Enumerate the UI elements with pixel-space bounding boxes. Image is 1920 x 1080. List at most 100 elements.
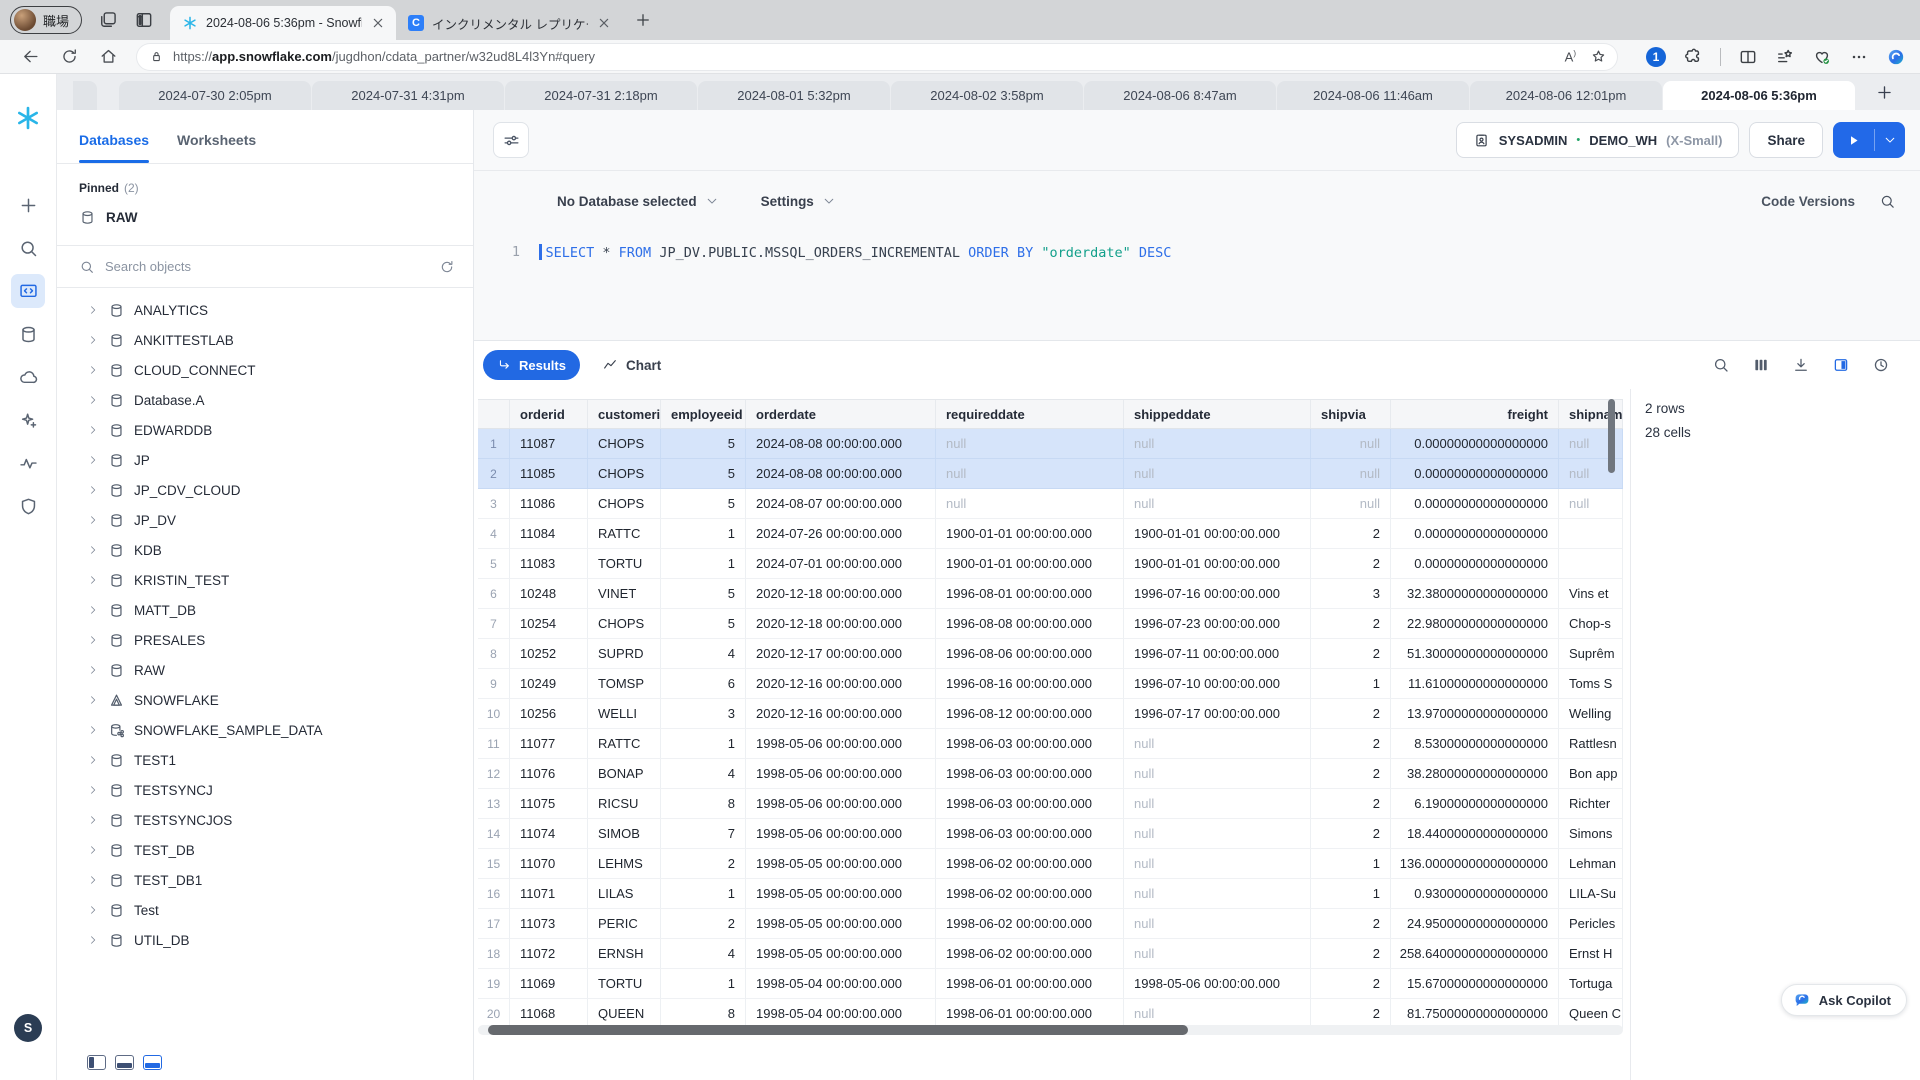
cell-employeeid[interactable]: 5 xyxy=(661,609,746,638)
cell-requireddate[interactable]: 1996-08-12 00:00:00.000 xyxy=(936,699,1124,728)
cell-shipvia[interactable]: 2 xyxy=(1311,639,1391,668)
marketplace-icon[interactable] xyxy=(11,403,45,437)
table-row[interactable]: 511083TORTU12024-07-01 00:00:00.0001900-… xyxy=(478,549,1623,579)
chevron-right-icon[interactable] xyxy=(87,754,99,766)
cell-freight[interactable]: 24.95000000000000000 xyxy=(1391,909,1559,938)
cell-requireddate[interactable]: null xyxy=(936,429,1124,458)
cell-shippeddate[interactable]: null xyxy=(1124,459,1311,488)
worksheet-tab-8[interactable]: 2024-08-06 12:01pm xyxy=(1470,81,1662,110)
database-list-item[interactable]: PRESALES xyxy=(57,625,473,655)
tab-results[interactable]: Results xyxy=(483,350,580,380)
cell-orderdate[interactable]: 1998-05-05 00:00:00.000 xyxy=(746,879,936,908)
run-button[interactable] xyxy=(1833,122,1905,158)
cell-orderid[interactable]: 11071 xyxy=(510,879,588,908)
chevron-right-icon[interactable] xyxy=(87,934,99,946)
chevron-right-icon[interactable] xyxy=(87,724,99,736)
column-header-orderid[interactable]: orderid xyxy=(510,400,588,428)
cell-shipvia[interactable]: 2 xyxy=(1311,819,1391,848)
cell-freight[interactable]: 11.61000000000000000 xyxy=(1391,669,1559,698)
cell-freight[interactable]: 0.93000000000000000 xyxy=(1391,879,1559,908)
cell-customerid[interactable]: WELLI xyxy=(588,699,661,728)
cell-orderid[interactable]: 10254 xyxy=(510,609,588,638)
table-row[interactable]: 1311075RICSU81998-05-06 00:00:00.0001998… xyxy=(478,789,1623,819)
cell-shippeddate[interactable]: 1996-07-11 00:00:00.000 xyxy=(1124,639,1311,668)
table-row[interactable]: 1411074SIMOB71998-05-06 00:00:00.0001998… xyxy=(478,819,1623,849)
cell-orderid[interactable]: 11077 xyxy=(510,729,588,758)
plus-icon[interactable] xyxy=(11,188,45,222)
column-header-shipvia[interactable]: shipvia xyxy=(1311,400,1391,428)
database-list-item[interactable]: SNOWFLAKE_SAMPLE_DATA xyxy=(57,715,473,745)
search-icon[interactable] xyxy=(11,231,45,265)
tab-chart[interactable]: Chart xyxy=(602,357,661,373)
cell-requireddate[interactable]: null xyxy=(936,459,1124,488)
cell-shippeddate[interactable]: null xyxy=(1124,729,1311,758)
cell-customerid[interactable]: RICSU xyxy=(588,789,661,818)
download-icon[interactable] xyxy=(1792,356,1810,374)
column-header-orderdate[interactable]: orderdate xyxy=(746,400,936,428)
cell-orderid[interactable]: 10249 xyxy=(510,669,588,698)
cell-employeeid[interactable]: 1 xyxy=(661,519,746,548)
chevron-right-icon[interactable] xyxy=(87,514,99,526)
cell-employeeid[interactable]: 5 xyxy=(661,489,746,518)
cell-employeeid[interactable]: 4 xyxy=(661,759,746,788)
cell-orderid[interactable]: 11070 xyxy=(510,849,588,878)
cell-freight[interactable]: 258.64000000000000000 xyxy=(1391,939,1559,968)
cell-orderid[interactable]: 11069 xyxy=(510,969,588,998)
cell-orderid[interactable]: 11085 xyxy=(510,459,588,488)
table-row[interactable]: 710254CHOPS52020-12-18 00:00:00.0001996-… xyxy=(478,609,1623,639)
cell-customerid[interactable]: PERIC xyxy=(588,909,661,938)
sql-editor[interactable]: 1 SELECT * FROM JP_DV.PUBLIC.MSSQL_ORDER… xyxy=(474,231,1920,340)
cell-employeeid[interactable]: 8 xyxy=(661,999,746,1028)
cell-orderdate[interactable]: 2020-12-17 00:00:00.000 xyxy=(746,639,936,668)
cell-shipvia[interactable]: 2 xyxy=(1311,519,1391,548)
cell-requireddate[interactable]: 1996-08-06 00:00:00.000 xyxy=(936,639,1124,668)
cell-orderid[interactable]: 11086 xyxy=(510,489,588,518)
cell-requireddate[interactable]: 1998-06-02 00:00:00.000 xyxy=(936,849,1124,878)
cell-orderid[interactable]: 11076 xyxy=(510,759,588,788)
database-list-item[interactable]: TEST_DB1 xyxy=(57,865,473,895)
layout-results-icon[interactable] xyxy=(115,1055,134,1070)
database-list-item[interactable]: JP_CDV_CLOUD xyxy=(57,475,473,505)
table-row[interactable]: 1211076BONAP41998-05-06 00:00:00.0001998… xyxy=(478,759,1623,789)
cell-orderdate[interactable]: 2024-07-01 00:00:00.000 xyxy=(746,549,936,578)
cell-shipname[interactable] xyxy=(1559,549,1623,578)
favorite-star-icon[interactable] xyxy=(1590,48,1607,65)
cell-requireddate[interactable]: 1998-06-01 00:00:00.000 xyxy=(936,999,1124,1028)
cell-shipvia[interactable]: 2 xyxy=(1311,969,1391,998)
share-button[interactable]: Share xyxy=(1749,122,1823,158)
cell-shipname[interactable]: Suprêm xyxy=(1559,639,1623,668)
cell-customerid[interactable]: LILAS xyxy=(588,879,661,908)
vertical-scrollbar[interactable] xyxy=(1608,399,1615,473)
database-list-item[interactable]: ANKITTESTLAB xyxy=(57,325,473,355)
search-icon[interactable] xyxy=(1712,356,1730,374)
cell-shipname[interactable]: Rattlesn xyxy=(1559,729,1623,758)
cell-shipname[interactable]: null xyxy=(1559,489,1623,518)
row-number[interactable]: 10 xyxy=(478,699,510,728)
cell-shipname[interactable]: Toms S xyxy=(1559,669,1623,698)
row-number[interactable]: 8 xyxy=(478,639,510,668)
worksheet-tab-5[interactable]: 2024-08-02 3:58pm xyxy=(891,81,1083,110)
row-number[interactable]: 13 xyxy=(478,789,510,818)
cell-shipname[interactable]: Simons xyxy=(1559,819,1623,848)
cell-employeeid[interactable]: 6 xyxy=(661,669,746,698)
cell-customerid[interactable]: QUEEN xyxy=(588,999,661,1028)
database-list-item[interactable]: TEST_DB xyxy=(57,835,473,865)
cell-orderdate[interactable]: 1998-05-05 00:00:00.000 xyxy=(746,939,936,968)
cell-orderdate[interactable]: 1998-05-06 00:00:00.000 xyxy=(746,759,936,788)
editor-search-icon[interactable] xyxy=(1879,193,1896,210)
horizontal-scrollbar[interactable] xyxy=(478,1025,1623,1035)
cell-requireddate[interactable]: 1996-08-08 00:00:00.000 xyxy=(936,609,1124,638)
database-list-item[interactable]: KDB xyxy=(57,535,473,565)
cell-orderid[interactable]: 11074 xyxy=(510,819,588,848)
cell-freight[interactable]: 13.97000000000000000 xyxy=(1391,699,1559,728)
read-aloud-icon[interactable]: A) xyxy=(1565,49,1576,64)
cell-customerid[interactable]: BONAP xyxy=(588,759,661,788)
chevron-right-icon[interactable] xyxy=(87,394,99,406)
cell-customerid[interactable]: SUPRD xyxy=(588,639,661,668)
table-row[interactable]: 1010256WELLI32020-12-16 00:00:00.0001996… xyxy=(478,699,1623,729)
row-number[interactable]: 6 xyxy=(478,579,510,608)
cell-shipname[interactable]: Tortuga xyxy=(1559,969,1623,998)
row-number[interactable]: 2 xyxy=(478,459,510,488)
cell-shippeddate[interactable]: null xyxy=(1124,819,1311,848)
cell-shipvia[interactable]: 1 xyxy=(1311,849,1391,878)
